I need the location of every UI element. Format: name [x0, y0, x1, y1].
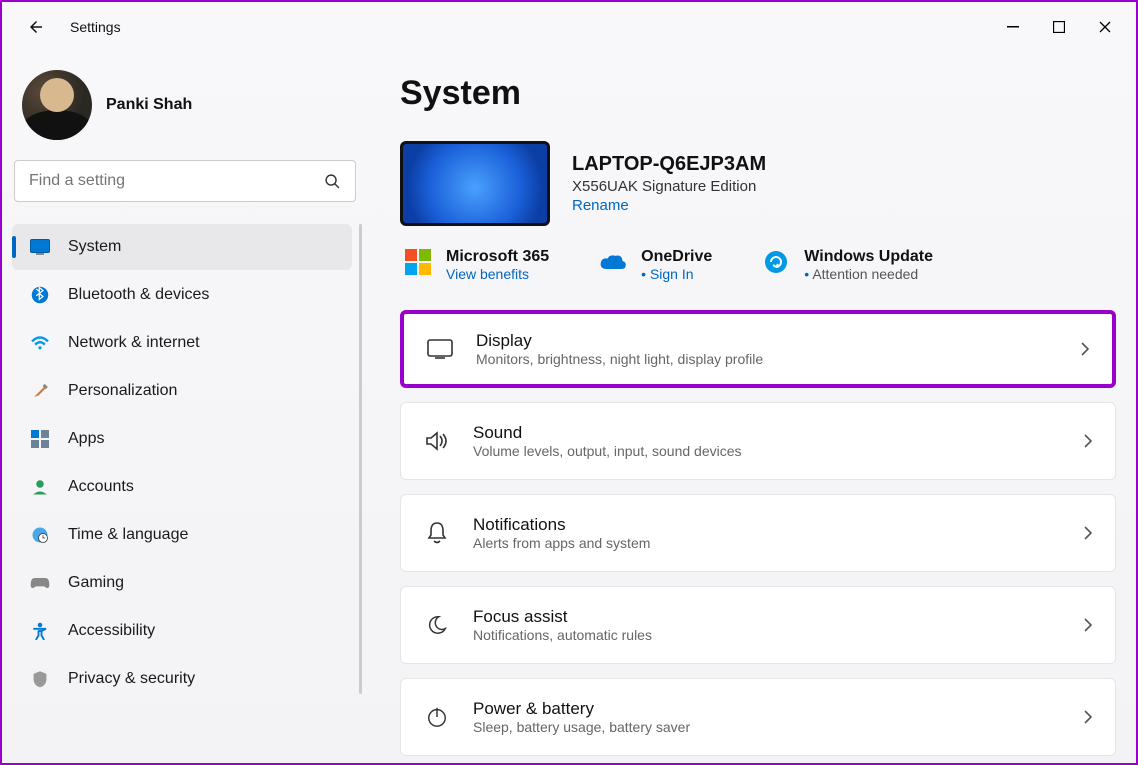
card-sub: Notifications, automatic rules	[473, 627, 1061, 643]
sidebar-item-system[interactable]: System	[12, 224, 352, 270]
sidebar-item-label: Time & language	[68, 526, 188, 544]
onedrive-status[interactable]: OneDrive Sign In	[599, 248, 712, 282]
system-icon	[30, 237, 50, 257]
card-title: Notifications	[473, 515, 1061, 535]
card-title: Power & battery	[473, 699, 1061, 719]
bluetooth-icon	[30, 285, 50, 305]
card-display[interactable]: Display Monitors, brightness, night ligh…	[400, 310, 1116, 388]
sidebar-item-privacy[interactable]: Privacy & security	[12, 656, 352, 702]
close-button[interactable]	[1082, 11, 1128, 43]
bell-icon	[423, 519, 451, 547]
ms365-status[interactable]: Microsoft 365 View benefits	[404, 248, 549, 282]
card-title: Focus assist	[473, 607, 1061, 627]
nav-scrollbar[interactable]	[359, 224, 362, 694]
card-sub: Monitors, brightness, night light, displ…	[476, 351, 1058, 367]
back-button[interactable]	[20, 11, 52, 43]
chevron-right-icon	[1083, 433, 1093, 449]
device-thumbnail	[400, 141, 550, 226]
card-notifications[interactable]: Notifications Alerts from apps and syste…	[400, 494, 1116, 572]
sidebar-item-label: System	[68, 238, 121, 256]
device-model: X556UAK Signature Edition	[572, 178, 766, 195]
sidebar-item-label: Personalization	[68, 382, 177, 400]
search-icon	[324, 173, 341, 190]
minimize-button[interactable]	[990, 11, 1036, 43]
update-status[interactable]: Windows Update Attention needed	[762, 248, 933, 282]
device-info: LAPTOP-Q6EJP3AM X556UAK Signature Editio…	[572, 153, 766, 214]
card-title: Sound	[473, 423, 1061, 443]
gamepad-icon	[30, 573, 50, 593]
apps-icon	[30, 429, 50, 449]
search-box[interactable]	[14, 160, 356, 202]
device-name: LAPTOP-Q6EJP3AM	[572, 153, 766, 176]
sidebar-item-time[interactable]: Time & language	[12, 512, 352, 558]
paintbrush-icon	[30, 381, 50, 401]
profile-name: Panki Shah	[106, 96, 192, 114]
profile-section[interactable]: Panki Shah	[12, 52, 360, 160]
onedrive-sub[interactable]: Sign In	[641, 266, 712, 282]
sidebar: Panki Shah System Bluetooth & devices	[2, 52, 360, 763]
onedrive-title: OneDrive	[641, 248, 712, 266]
chevron-right-icon	[1080, 341, 1090, 357]
update-title: Windows Update	[804, 248, 933, 266]
clock-globe-icon	[30, 525, 50, 545]
update-sub: Attention needed	[804, 266, 933, 282]
display-icon	[426, 335, 454, 363]
sidebar-item-network[interactable]: Network & internet	[12, 320, 352, 366]
update-icon	[762, 248, 790, 276]
avatar	[22, 70, 92, 140]
main-content: System LAPTOP-Q6EJP3AM X556UAK Signature…	[360, 52, 1136, 763]
ms365-title: Microsoft 365	[446, 248, 549, 266]
sidebar-item-label: Network & internet	[68, 334, 200, 352]
status-row: Microsoft 365 View benefits OneDrive Sig…	[400, 248, 1116, 282]
card-sub: Volume levels, output, input, sound devi…	[473, 443, 1061, 459]
onedrive-icon	[599, 248, 627, 276]
accessibility-icon	[30, 621, 50, 641]
ms365-sub[interactable]: View benefits	[446, 266, 549, 282]
sidebar-item-apps[interactable]: Apps	[12, 416, 352, 462]
card-power[interactable]: Power & battery Sleep, battery usage, ba…	[400, 678, 1116, 756]
page-title: System	[400, 74, 1116, 113]
rename-link[interactable]: Rename	[572, 197, 766, 214]
card-sub: Sleep, battery usage, battery saver	[473, 719, 1061, 735]
chevron-right-icon	[1083, 709, 1093, 725]
card-focus[interactable]: Focus assist Notifications, automatic ru…	[400, 586, 1116, 664]
person-icon	[30, 477, 50, 497]
sound-icon	[423, 427, 451, 455]
wifi-icon	[30, 333, 50, 353]
sidebar-item-personalization[interactable]: Personalization	[12, 368, 352, 414]
card-title: Display	[476, 331, 1058, 351]
nav-list: System Bluetooth & devices Network & int…	[12, 224, 360, 702]
device-section: LAPTOP-Q6EJP3AM X556UAK Signature Editio…	[400, 141, 1116, 226]
chevron-right-icon	[1083, 617, 1093, 633]
sidebar-item-label: Apps	[68, 430, 104, 448]
chevron-right-icon	[1083, 525, 1093, 541]
card-sound[interactable]: Sound Volume levels, output, input, soun…	[400, 402, 1116, 480]
shield-icon	[30, 669, 50, 689]
sidebar-item-label: Accounts	[68, 478, 134, 496]
titlebar: Settings	[2, 2, 1136, 52]
window-controls	[990, 11, 1128, 43]
sidebar-item-bluetooth[interactable]: Bluetooth & devices	[12, 272, 352, 318]
ms365-icon	[404, 248, 432, 276]
settings-card-list: Display Monitors, brightness, night ligh…	[400, 310, 1116, 756]
app-title: Settings	[70, 19, 121, 35]
sidebar-item-label: Bluetooth & devices	[68, 286, 209, 304]
sidebar-item-label: Accessibility	[68, 622, 155, 640]
sidebar-item-accessibility[interactable]: Accessibility	[12, 608, 352, 654]
maximize-button[interactable]	[1036, 11, 1082, 43]
card-sub: Alerts from apps and system	[473, 535, 1061, 551]
settings-window: Settings Panki Shah System	[0, 0, 1138, 765]
moon-icon	[423, 611, 451, 639]
sidebar-item-accounts[interactable]: Accounts	[12, 464, 352, 510]
sidebar-item-label: Gaming	[68, 574, 124, 592]
sidebar-item-gaming[interactable]: Gaming	[12, 560, 352, 606]
power-icon	[423, 703, 451, 731]
sidebar-item-label: Privacy & security	[68, 670, 195, 688]
search-input[interactable]	[29, 172, 324, 190]
